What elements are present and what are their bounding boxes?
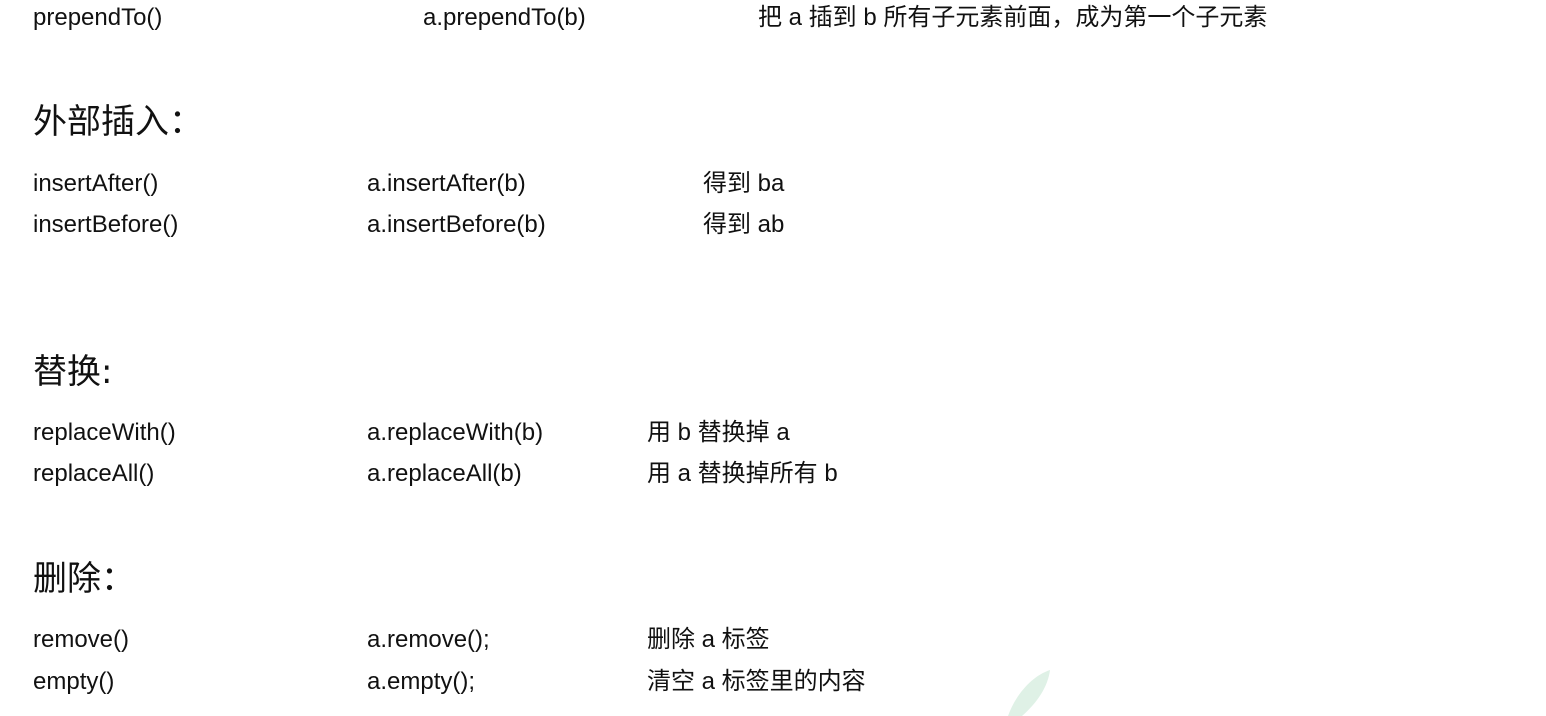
method-insertbefore: insertBefore() bbox=[33, 211, 179, 238]
method-insertafter: insertAfter() bbox=[33, 170, 159, 197]
section-heading-delete: 删除： bbox=[33, 559, 135, 599]
usage-empty: a.empty(); bbox=[367, 668, 476, 695]
desc-empty: 清空 a 标签里的内容 bbox=[647, 668, 866, 695]
desc-prependto: 把 a 插到 b 所有子元素前面，成为第一个子元素 bbox=[758, 4, 1268, 31]
desc-insertbefore: 得到 ab bbox=[703, 211, 785, 238]
usage-replaceall: a.replaceAll(b) bbox=[367, 460, 522, 487]
method-empty: empty() bbox=[33, 668, 115, 695]
usage-prependto: a.prependTo(b) bbox=[423, 4, 586, 31]
usage-replacewith: a.replaceWith(b) bbox=[367, 419, 544, 446]
usage-remove: a.remove(); bbox=[367, 626, 490, 653]
section-heading-external-insert: 外部插入： bbox=[33, 102, 203, 142]
desc-replacewith: 用 b 替换掉 a bbox=[647, 419, 790, 446]
desc-replaceall: 用 a 替换掉所有 b bbox=[647, 460, 838, 487]
method-remove: remove() bbox=[33, 626, 130, 653]
method-prependto: prependTo() bbox=[33, 4, 163, 31]
method-replaceall: replaceAll() bbox=[33, 460, 155, 487]
method-replacewith: replaceWith() bbox=[33, 419, 176, 446]
desc-remove: 删除 a 标签 bbox=[647, 626, 770, 653]
leaf-watermark-icon bbox=[1008, 670, 1050, 716]
usage-insertafter: a.insertAfter(b) bbox=[367, 170, 526, 197]
usage-insertbefore: a.insertBefore(b) bbox=[367, 211, 546, 238]
desc-insertafter: 得到 ba bbox=[703, 170, 785, 197]
section-heading-replace: 替换: bbox=[33, 352, 113, 392]
